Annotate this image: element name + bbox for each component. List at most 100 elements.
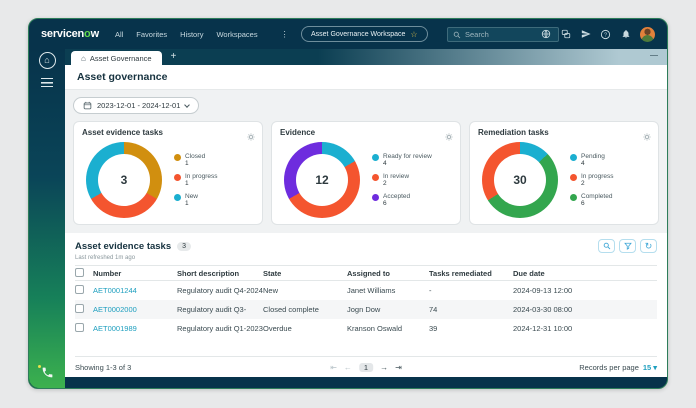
table-row[interactable]: AET0001989 Regulatory audit Q1-2023 Over… <box>75 319 657 338</box>
records-per-page-label: Records per page <box>579 363 639 372</box>
gear-icon[interactable] <box>643 128 651 146</box>
nav-favorites[interactable]: Favorites <box>136 30 167 39</box>
record-link[interactable]: AET0001989 <box>93 324 137 333</box>
table-search-button[interactable] <box>598 239 615 253</box>
legend-item: New1 <box>174 193 218 207</box>
record-link[interactable]: AET0002000 <box>93 305 137 314</box>
filter-bar: 2023-12-01 - 2024-12-01 <box>65 90 667 121</box>
workspace-pill-label: Asset Governance Workspace <box>311 31 405 38</box>
legend-dot <box>570 154 577 161</box>
cell-assigned-to: Janet Williams <box>347 281 429 300</box>
card-title: Asset evidence tasks <box>82 128 254 137</box>
logo-text: servicen <box>41 28 84 40</box>
logo-w: w <box>91 28 99 40</box>
cell-short-description: Regulatory audit Q3- <box>177 300 263 319</box>
legend-value: 6 <box>383 200 387 207</box>
date-range-text: 2023-12-01 - 2024-12-01 <box>97 101 180 110</box>
phone-status-dot <box>38 365 41 368</box>
records-per-page-select[interactable]: 15▾ <box>643 363 657 372</box>
table-row[interactable]: AET0001244 Regulatory audit Q4-2024 New … <box>75 281 657 300</box>
notifications-icon[interactable] <box>620 29 631 40</box>
record-link[interactable]: AET0001244 <box>93 286 137 295</box>
legend-dot <box>570 194 577 201</box>
nav-all[interactable]: All <box>115 30 123 39</box>
donut-chart[interactable]: 12 <box>284 142 360 218</box>
more-menu-icon[interactable]: ⋮ <box>281 30 289 39</box>
menu-toggle-icon[interactable] <box>41 78 53 87</box>
nav-history[interactable]: History <box>180 30 203 39</box>
legend-item: In review2 <box>372 173 432 187</box>
phone-icon[interactable] <box>41 366 54 379</box>
app-window: servicenow All Favorites History Workspa… <box>28 18 668 389</box>
first-page-icon[interactable]: ⇤ <box>330 363 337 372</box>
last-page-icon[interactable]: ⇥ <box>395 363 402 372</box>
legend-label: Ready for review <box>383 153 432 160</box>
card-title: Evidence <box>280 128 452 137</box>
row-count-badge: 3 <box>177 242 191 251</box>
nav-workspaces[interactable]: Workspaces <box>216 30 257 39</box>
chart-legend: Ready for review4 In review2 Accepted6 <box>372 153 432 207</box>
chart-legend: Pending4 In progress2 Completed6 <box>570 153 614 207</box>
cell-due-date: 2024-12-31 10:00 <box>513 319 657 338</box>
table-title-text: Asset evidence tasks <box>75 241 171 252</box>
favorite-star-icon[interactable]: ☆ <box>410 30 417 39</box>
workspace-pill[interactable]: Asset Governance Workspace ☆ <box>301 26 428 42</box>
col-due-date[interactable]: Due date <box>513 266 657 281</box>
tab-bar: ⌂ Asset Governance + — <box>65 49 667 65</box>
asset-evidence-table: Number Short description State Assigned … <box>75 265 657 338</box>
primary-nav: All Favorites History Workspaces ⋮ <box>115 30 289 39</box>
select-all-checkbox[interactable] <box>75 268 84 277</box>
send-icon[interactable] <box>580 29 591 40</box>
col-state[interactable]: State <box>263 266 347 281</box>
col-assigned-to[interactable]: Assigned to <box>347 266 429 281</box>
legend-value: 6 <box>581 200 585 207</box>
table-refresh-button[interactable]: ↻ <box>640 239 657 253</box>
previous-page-icon[interactable]: ← <box>344 363 352 372</box>
row-checkbox[interactable] <box>75 304 84 313</box>
tab-label: Asset Governance <box>90 54 152 63</box>
donut-chart[interactable]: 30 <box>482 142 558 218</box>
legend-dot <box>372 154 379 161</box>
cell-state: New <box>263 281 347 300</box>
legend-dot <box>174 174 181 181</box>
legend-dot <box>570 174 577 181</box>
legend-item: Pending4 <box>570 153 614 167</box>
row-checkbox[interactable] <box>75 285 84 294</box>
legend-item: In progress2 <box>570 173 614 187</box>
table-toolbar: ↻ <box>598 239 657 253</box>
asset-evidence-table-section: Asset evidence tasks 3 ↻ Last refreshed … <box>65 233 667 377</box>
col-tasks-remediated[interactable]: Tasks remediated <box>429 266 513 281</box>
main-area: ⌂ Asset Governance + — Asset governance … <box>65 49 667 388</box>
servicenow-logo[interactable]: servicenow <box>41 28 99 40</box>
help-icon[interactable]: ? <box>600 29 611 40</box>
current-page[interactable]: 1 <box>359 363 373 372</box>
legend-label: In progress <box>581 173 614 180</box>
legend-dot <box>372 174 379 181</box>
top-header: servicenow All Favorites History Workspa… <box>29 19 667 49</box>
pagination: ⇤ ← 1 → ⇥ <box>330 363 402 372</box>
next-page-icon[interactable]: → <box>380 363 388 372</box>
col-number[interactable]: Number <box>93 266 177 281</box>
date-range-filter[interactable]: 2023-12-01 - 2024-12-01 <box>73 97 199 114</box>
legend-value: 2 <box>581 180 585 187</box>
tab-asset-governance[interactable]: ⌂ Asset Governance <box>71 51 162 65</box>
globe-icon[interactable] <box>540 29 551 40</box>
legend-item: Accepted6 <box>372 193 432 207</box>
donut-chart[interactable]: 3 <box>86 142 162 218</box>
table-filter-button[interactable] <box>619 239 636 253</box>
new-tab-button[interactable]: + <box>171 50 177 64</box>
home-icon[interactable]: ⌂ <box>39 52 56 69</box>
gear-icon[interactable] <box>445 128 453 146</box>
header-icon-group: ? <box>540 19 655 49</box>
legend-dot <box>174 154 181 161</box>
card-evidence: Evidence 12 Ready for review4 In review2… <box>271 121 461 225</box>
user-avatar[interactable] <box>640 27 655 42</box>
table-row[interactable]: AET0002000 Regulatory audit Q3- Closed c… <box>75 300 657 319</box>
minimize-icon[interactable]: — <box>650 51 658 60</box>
gear-icon[interactable] <box>247 128 255 146</box>
row-checkbox[interactable] <box>75 323 84 332</box>
col-short-description[interactable]: Short description <box>177 266 263 281</box>
chat-icon[interactable] <box>560 29 571 40</box>
chart-legend: Closed1 In progress1 New1 <box>174 153 218 207</box>
cell-due-date: 2024-09-13 12:00 <box>513 281 657 300</box>
